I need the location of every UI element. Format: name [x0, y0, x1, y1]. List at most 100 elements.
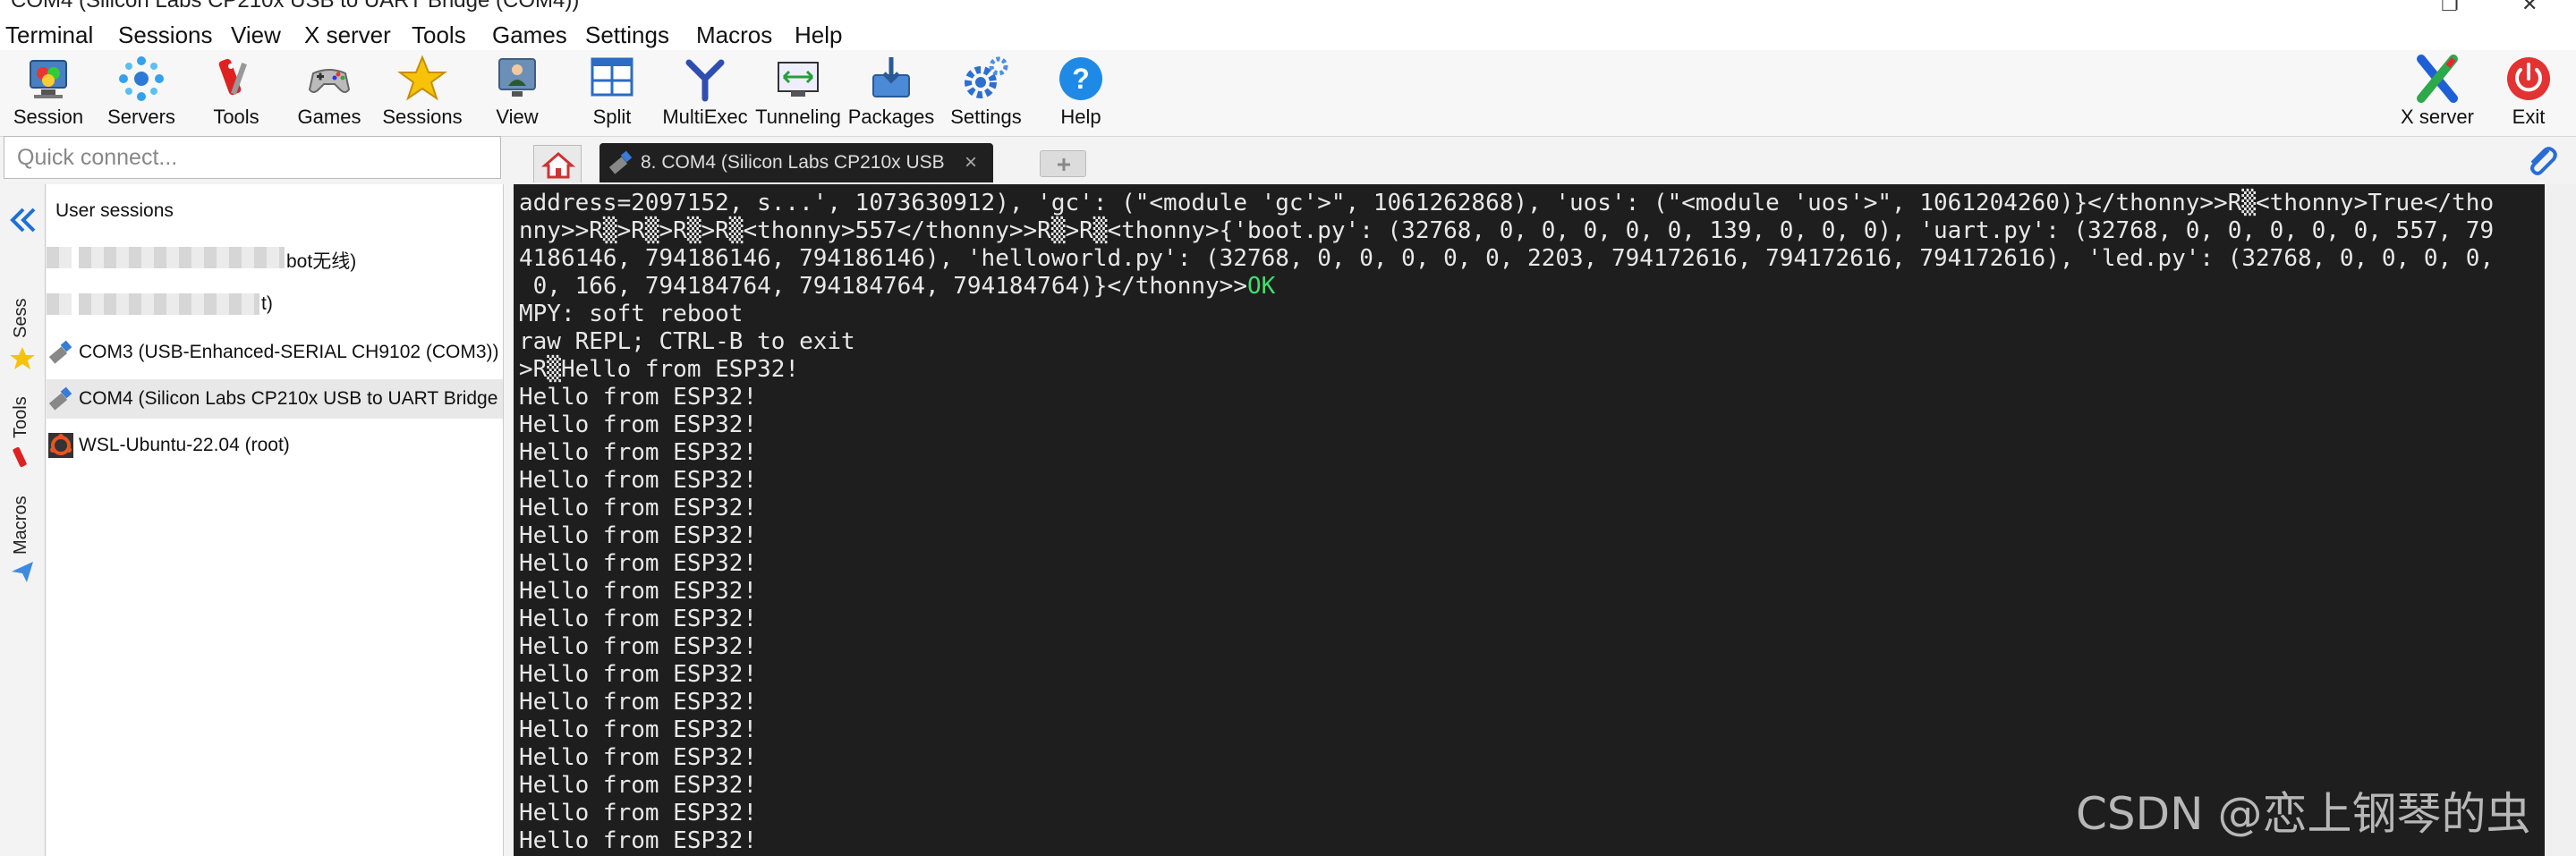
menu-macros[interactable]: Macros — [696, 21, 772, 49]
session-button-label: Session — [13, 106, 84, 128]
terminal-line: Hello from ESP32! — [519, 800, 758, 826]
games-button[interactable]: Games — [283, 54, 376, 134]
servers-icon — [119, 56, 164, 101]
tunneling-icon — [778, 62, 819, 97]
split-button-label: Split — [592, 106, 632, 128]
x-server-button[interactable]: X server — [2391, 54, 2484, 134]
paper-plane-icon — [12, 562, 33, 582]
packages-icon — [872, 57, 910, 97]
terminal-line: Hello from ESP32! — [519, 467, 758, 494]
terminal-line: MPY: soft reboot — [519, 301, 744, 327]
split-icon — [591, 57, 633, 97]
home-tab[interactable] — [533, 145, 582, 182]
session-item-com4[interactable]: COM4 (Silicon Labs CP210x USB to UART Br… — [47, 379, 503, 419]
view-button[interactable]: View — [471, 54, 564, 134]
split-button[interactable]: Split — [565, 54, 659, 134]
terminal-line: Hello from ESP32! — [519, 439, 758, 466]
tools-icon — [13, 446, 27, 468]
session-item-redacted-1[interactable]: bot无线) — [47, 238, 503, 277]
gear-icon — [965, 56, 1008, 98]
gamepad-icon — [308, 69, 351, 93]
session-item-label: COM3 (USB-Enhanced-SERIAL CH9102 (COM3)) — [79, 342, 499, 362]
terminal-line: Hello from ESP32! — [519, 827, 758, 854]
terminal-line: Hello from ESP32! — [519, 522, 758, 549]
terminal-line: Hello from ESP32! — [519, 411, 758, 438]
plus-icon — [1058, 158, 1070, 171]
tunneling-button-label: Tunneling — [755, 106, 841, 128]
session-item-label: COM4 (Silicon Labs CP210x USB to UART Br… — [79, 388, 498, 409]
terminal-line: Hello from ESP32! — [519, 606, 758, 632]
restore-window-icon[interactable]: ❐ — [2441, 0, 2459, 13]
games-button-label: Games — [297, 106, 361, 128]
servers-button[interactable]: Servers — [95, 54, 188, 134]
new-tab-button[interactable] — [1040, 150, 1086, 177]
menu-help[interactable]: Help — [795, 21, 842, 49]
star-icon — [397, 55, 447, 101]
session-item-redacted-2[interactable]: t) — [47, 284, 503, 324]
close-window-icon[interactable]: ✕ — [2521, 0, 2538, 13]
exit-button[interactable]: Exit — [2482, 54, 2575, 134]
multiexec-button-label: MultiExec — [662, 106, 748, 128]
multiexec-icon — [685, 59, 725, 102]
terminal-line: Hello from ESP32! — [519, 744, 758, 771]
terminal-line: 4186146, 794186146, 794186146), 'hellowo… — [519, 245, 2495, 272]
multiexec-button[interactable]: MultiExec — [659, 54, 752, 134]
collapse-panel-icon[interactable] — [5, 202, 41, 238]
terminal-line: Hello from ESP32! — [519, 716, 758, 743]
session-item-com3[interactable]: COM3 (USB-Enhanced-SERIAL CH9102 (COM3)) — [47, 333, 503, 372]
terminal-line: Hello from ESP32! — [519, 578, 758, 605]
menu-games[interactable]: Games — [492, 21, 567, 49]
close-tab-icon[interactable]: × — [965, 150, 977, 175]
menu-terminal[interactable]: Terminal — [5, 21, 93, 49]
terminal-output: address=2097152, s...', 1073630912), 'gc… — [514, 184, 2545, 856]
menu-sessions[interactable]: Sessions — [118, 21, 213, 49]
session-item-wsl[interactable]: WSL-Ubuntu-22.04 (root) — [47, 426, 503, 465]
tab-bar: 8. COM4 (Silicon Labs CP210x USB × — [506, 140, 2576, 182]
session-item-label: bot无线) — [286, 251, 357, 272]
serial-plug-icon — [48, 386, 72, 411]
home-icon — [540, 152, 576, 179]
tools-icon — [218, 58, 247, 96]
help-button[interactable]: ? Help — [1034, 54, 1127, 134]
terminal-line: address=2097152, s...', 1073630912), 'gc… — [519, 190, 2495, 216]
menu-settings[interactable]: Settings — [585, 21, 669, 49]
packages-button[interactable]: Packages — [845, 54, 938, 134]
sessions-button[interactable]: Sessions — [376, 54, 469, 134]
menu-view[interactable]: View — [231, 21, 281, 49]
user-sessions-folder[interactable]: User sessions — [47, 191, 503, 231]
terminal-line: Hello from ESP32! — [519, 384, 758, 411]
terminal-scrollbar[interactable] — [2545, 184, 2576, 856]
side-panel-strip: Sess Tools Macros — [0, 184, 46, 856]
help-icon: ? — [1059, 57, 1102, 100]
macros-side-tab[interactable]: Macros — [11, 496, 31, 555]
tunneling-button[interactable]: Tunneling — [752, 54, 845, 134]
terminal-line: Hello from ESP32! — [519, 633, 758, 660]
terminal-line: raw REPL; CTRL-B to exit — [519, 328, 855, 355]
serial-plug-icon — [608, 150, 633, 174]
tools-button[interactable]: Tools — [190, 54, 283, 134]
session-item-label: WSL-Ubuntu-22.04 (root) — [79, 435, 290, 455]
quick-connect — [4, 136, 501, 179]
svg-text:?: ? — [1072, 63, 1090, 95]
sessions-side-tab[interactable]: Sess — [11, 299, 31, 338]
packages-button-label: Packages — [847, 106, 935, 128]
ok-status: OK — [1246, 273, 1276, 300]
tools-side-tab[interactable]: Tools — [11, 396, 31, 438]
settings-button[interactable]: Settings — [939, 54, 1033, 134]
menu-x-server[interactable]: X server — [304, 21, 391, 49]
session-button[interactable]: Session — [2, 54, 95, 134]
x-server-icon — [2417, 55, 2458, 103]
session-item-label: t) — [261, 293, 273, 314]
terminal-line: Hello from ESP32! — [519, 495, 758, 521]
sessions-panel: User sessions bot无线) t) COM3 (USB-Enhanc… — [47, 184, 504, 856]
terminal-line: 0, 166, 794184764, 794184764, 794184764)… — [519, 273, 1247, 300]
title-bar: COM4 (Silicon Labs CP210x USB to UART Br… — [0, 0, 2576, 13]
tab-com4[interactable]: 8. COM4 (Silicon Labs CP210x USB × — [599, 143, 993, 182]
redacted-icon — [47, 247, 72, 268]
help-button-label: Help — [1060, 106, 1101, 128]
quick-connect-input[interactable] — [4, 137, 500, 178]
menu-tools[interactable]: Tools — [412, 21, 466, 49]
terminal-area[interactable]: address=2097152, s...', 1073630912), 'gc… — [514, 184, 2545, 856]
attachment-icon[interactable] — [2523, 143, 2559, 179]
watermark: CSDN @恋上钢琴的虫 — [2076, 788, 2531, 840]
